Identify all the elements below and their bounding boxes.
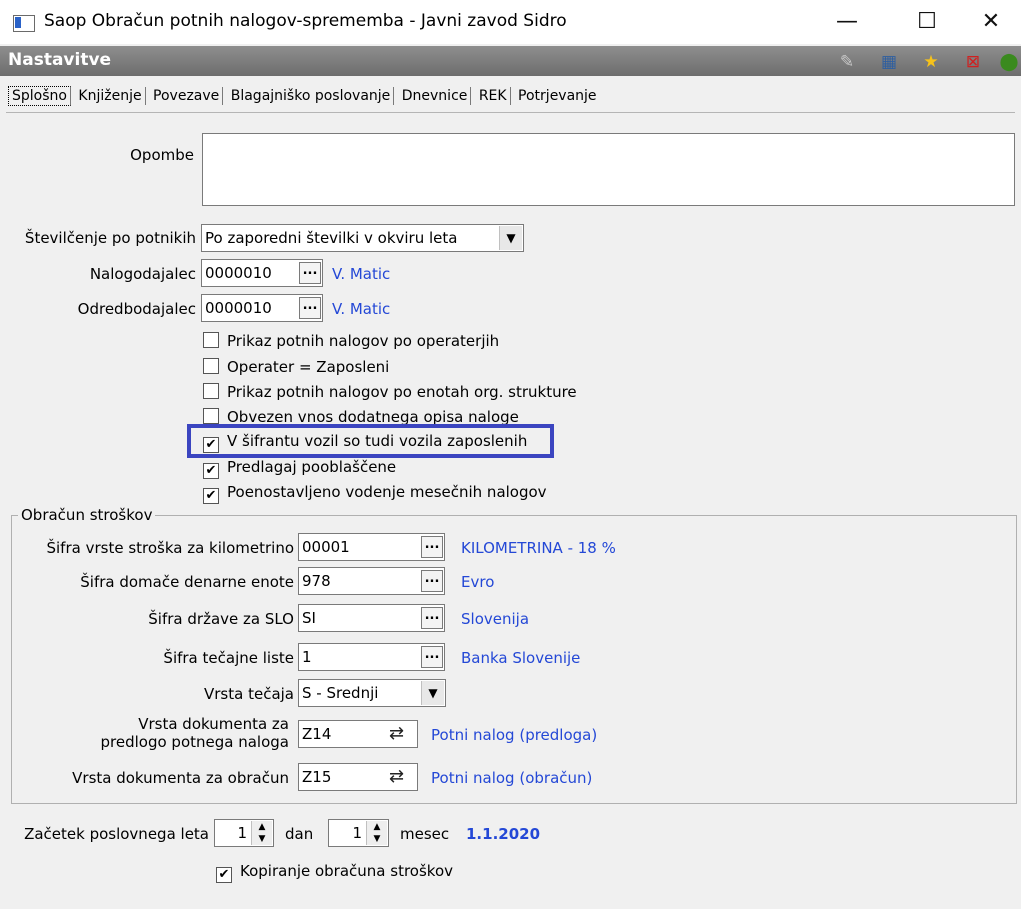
opombe-textarea[interactable] [202, 133, 1015, 206]
swap-arrows-icon[interactable]: ⇄ [389, 723, 404, 744]
chevron-down-icon[interactable]: ▼ [421, 681, 444, 705]
costs-group-title: Obračun stroškov [18, 506, 156, 524]
km-label: Šifra vrste stroška za kilometrino [46, 539, 294, 557]
app-icon [13, 15, 35, 32]
day-spinner[interactable]: 1 ▲ ▼ [214, 819, 274, 847]
checkbox-box[interactable]: ✔ [203, 488, 219, 504]
country-label: Šifra države za SLO [148, 610, 294, 628]
currency-name: Evro [461, 573, 495, 591]
doc-calc-label: Vrsta dokumenta za obračun [72, 769, 289, 787]
odredbodajalec-browse-button[interactable]: ... [299, 297, 321, 319]
close-button[interactable]: ✕ [968, 4, 1014, 40]
checkbox-box[interactable] [203, 383, 219, 399]
checkbox-predlagaj-pooblascene[interactable]: ✔ Predlagaj pooblaščene [203, 458, 396, 479]
checkbox-operater-zaposleni[interactable]: Operater = Zaposleni [203, 358, 389, 376]
table-icon[interactable]: ▦ [878, 52, 900, 72]
checkbox-box[interactable]: ✔ [216, 867, 232, 883]
doc-calc-name: Potni nalog (obračun) [431, 769, 593, 787]
doc-template-label: Vrsta dokumenta za predlogo potnega nalo… [20, 715, 289, 751]
exit-icon[interactable]: ⬤ [998, 52, 1020, 72]
year-start-date: 1.1.2020 [466, 825, 541, 843]
star-icon[interactable]: ★ [920, 52, 942, 72]
tab-povezave[interactable]: Povezave [150, 87, 224, 105]
doc-template-label-line-2: predlogo potnega naloga [100, 733, 289, 751]
delete-doc-icon[interactable]: ⊠ [962, 52, 984, 72]
country-name: Slovenija [461, 610, 530, 628]
spinner-arrows-icon[interactable]: ▲ ▼ [251, 821, 272, 845]
tab-divider [6, 112, 1015, 113]
country-browse-button[interactable]: ... [421, 607, 443, 629]
stevilcenje-value: Po zaporedni številki v okviru leta [205, 229, 458, 247]
odredbodajalec-name: V. Matic [332, 300, 391, 318]
highlight-box [187, 424, 554, 458]
tab-dnevnice[interactable]: Dnevnice [399, 87, 472, 105]
doc-template-label-line-1: Vrsta dokumenta za [138, 715, 289, 733]
month-label: mesec [400, 825, 450, 843]
stevilcenje-label: Številčenje po potnikih [24, 229, 196, 247]
checkbox-label: Prikaz potnih nalogov po operaterjih [227, 332, 500, 350]
stevilcenje-select[interactable]: Po zaporedni številki v okviru leta ▼ [201, 224, 524, 252]
rates-browse-button[interactable]: ... [421, 646, 443, 668]
rate-type-label: Vrsta tečaja [204, 685, 294, 703]
checkbox-label: Operater = Zaposleni [227, 358, 390, 376]
checkbox-label: Poenostavljeno vodenje mesečnih nalogov [227, 483, 547, 501]
checkbox-poenostavljeno-vodenje[interactable]: ✔ Poenostavljeno vodenje mesečnih nalogov [203, 483, 547, 504]
currency-label: Šifra domače denarne enote [80, 573, 294, 591]
checkbox-kopiranje-obracuna[interactable]: ✔ Kopiranje obračuna stroškov [216, 862, 453, 883]
month-value: 1 [352, 824, 362, 842]
section-title: Nastavitve [8, 50, 112, 70]
checkbox-box[interactable]: ✔ [203, 463, 219, 479]
rates-label: Šifra tečajne liste [163, 649, 294, 667]
rates-name: Banka Slovenije [461, 649, 581, 667]
checkbox-prikaz-enote[interactable]: Prikaz potnih nalogov po enotah org. str… [203, 383, 577, 401]
tab-splosno[interactable]: Splošno [8, 86, 71, 106]
rate-type-select[interactable]: S - Srednji ▼ [298, 679, 446, 707]
nalogodajalec-browse-button[interactable]: ... [299, 262, 321, 284]
nalogodajalec-label: Nalogodajalec [89, 265, 196, 283]
minimize-button[interactable]: — [824, 4, 870, 40]
checkbox-label: Predlagaj pooblaščene [227, 458, 397, 476]
year-start-label: Začetek poslovnega leta [24, 825, 209, 843]
checkbox-label: Prikaz potnih nalogov po enotah org. str… [227, 383, 577, 401]
edit-icon[interactable]: ✎ [836, 52, 858, 72]
day-label: dan [285, 825, 314, 843]
tab-potrjevanje[interactable]: Potrjevanje [515, 87, 600, 105]
spinner-arrows-icon[interactable]: ▲ ▼ [366, 821, 387, 845]
currency-browse-button[interactable]: ... [421, 570, 443, 592]
window-titlebar: Saop Obračun potnih nalogov-sprememba - … [0, 0, 1021, 44]
section-header: Nastavitve ✎ ▦ ★ ⊠ ⬤ [0, 46, 1021, 76]
doc-template-name: Potni nalog (predloga) [431, 726, 598, 744]
checkbox-box[interactable] [203, 332, 219, 348]
tab-knjizenje[interactable]: Knjiženje [75, 87, 146, 105]
tab-rek[interactable]: REK [476, 87, 511, 105]
checkbox-prikaz-operaterji[interactable]: Prikaz potnih nalogov po operaterjih [203, 332, 499, 350]
chevron-down-icon[interactable]: ▼ [499, 226, 522, 250]
opombe-label: Opombe [130, 146, 194, 164]
checkbox-box[interactable] [203, 408, 219, 424]
tab-bar: Splošno Knjiženje Povezave Blagajniško p… [8, 86, 600, 112]
maximize-button[interactable]: ☐ [904, 4, 950, 40]
checkbox-box[interactable] [203, 358, 219, 374]
month-spinner[interactable]: 1 ▲ ▼ [328, 819, 389, 847]
km-browse-button[interactable]: ... [421, 536, 443, 558]
km-name: KILOMETRINA - 18 % [461, 539, 616, 557]
checkbox-label: Kopiranje obračuna stroškov [240, 862, 453, 880]
day-value: 1 [237, 824, 247, 842]
odredbodajalec-label: Odredbodajalec [77, 300, 196, 318]
rate-type-value: S - Srednji [302, 684, 379, 702]
window-title: Saop Obračun potnih nalogov-sprememba - … [44, 11, 567, 31]
tab-blagajnisko-poslovanje[interactable]: Blagajniško poslovanje [228, 87, 395, 105]
swap-arrows-icon[interactable]: ⇄ [389, 766, 404, 787]
nalogodajalec-name: V. Matic [332, 265, 391, 283]
